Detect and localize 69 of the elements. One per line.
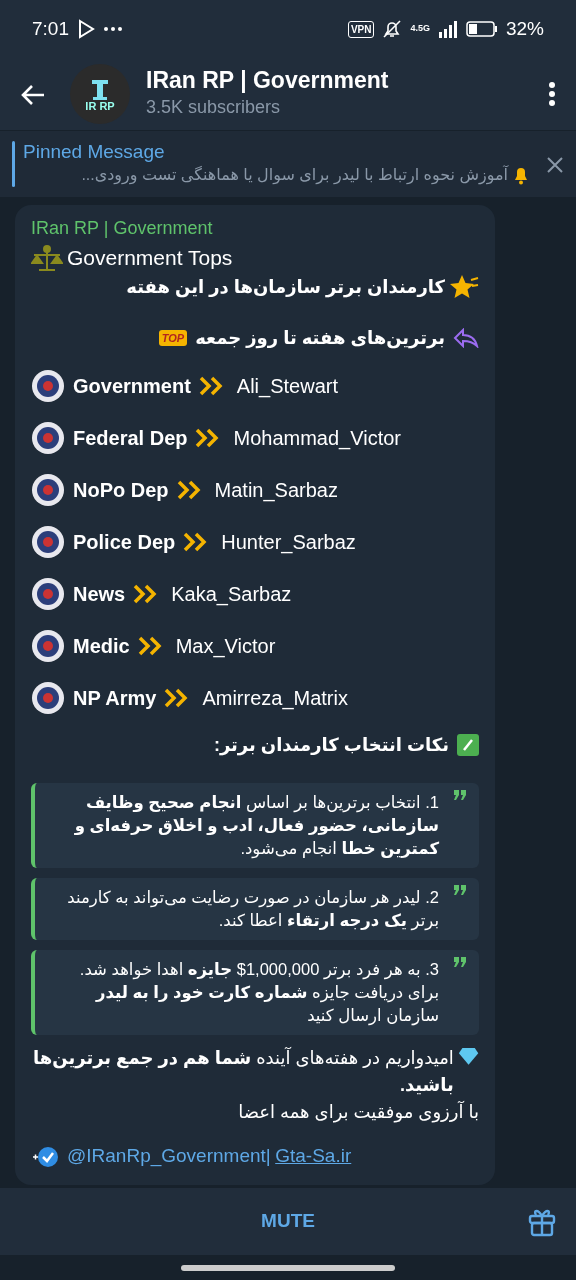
star-icon [449,274,479,300]
pinned-label: Pinned Message [23,140,166,164]
signal-icon [437,20,458,38]
double-chevron-icon [137,635,164,656]
pinned-text: آموزش نحوه ارتباط با لیدر برای سوال یا هماهنگی تست ورودی... [81,164,508,187]
play-store-icon [77,19,95,39]
seal-icon [31,368,65,403]
quote-text: 1. انتخاب برترین‌ها بر اساس انجام صحیح وظایف سازمانی، حضور فعال، ادب و اخلاق حرفه‌ای و کمترین خطا انجام می‌شود. [73,791,439,860]
status-time: 7:01 [32,16,69,41]
subheadline-text: برترین‌های هفته تا روز جمعه [195,326,445,351]
message-author: IRan RP | Government [31,217,214,240]
tips-title: نکات انتخاب کارمندان برتر: [213,733,449,758]
vpn-indicator: VPN [347,20,375,38]
menu-icon [548,81,556,107]
home-indicator[interactable] [181,1264,395,1271]
gift-button[interactable] [528,1207,556,1237]
seal-icon [31,472,65,507]
seal-icon [31,680,65,715]
double-chevron-icon [176,479,203,500]
organization-name: Federal Dep [73,425,188,451]
more-notifications-icon [103,26,123,32]
quote-text: 2. لیدر هر سازمان در صورت رضایت می‌تواند به کارمند برتر یک درجه ارتقاء اعطا کند. [66,886,439,932]
seal-icon [31,628,65,663]
channel-link[interactable]: @IRanRp_Government| [67,1142,271,1171]
channel-avatar[interactable]: IR RP [70,64,130,124]
quote-icon [453,883,467,896]
diamond-icon [457,1045,479,1068]
subscriber-count: 3.5K subscribers [146,96,282,120]
scales-icon [31,242,63,273]
reply-arrow-icon [453,328,479,348]
seal-icon [31,420,65,455]
organization-name: NP Army [73,685,157,711]
organization-name: Police Dep [73,529,176,555]
channel-title: IRan RP | Government [146,66,390,95]
network-type: 4.5G [410,22,430,36]
seal-icon [31,576,65,611]
employee-name: Mohammad_Victor [233,425,401,452]
gift-icon [528,1207,556,1237]
battery-percent: 32% [505,16,544,41]
quote-text: 3. به هر فرد برتر 1,000,000$ جایزه اهدا خواهد شد. برای دریافت جایزه شماره کارت خود را به لیدر سازمان ارسال کنید [78,958,439,1028]
bell-muted-icon [382,19,403,39]
back-button[interactable] [20,82,46,106]
closing-text: امیدواریم در هفته‌های آینده شما هم در جمع برترین‌ها باشید. [32,1046,454,1098]
headline-text: کارمندان برتر سازمان‌ها در این هفته [126,275,445,300]
top-badge: TOP [158,329,188,347]
employee-name: Hunter_Sarbaz [221,529,356,556]
employee-name: Kaka_Sarbaz [171,581,292,608]
mute-button[interactable]: MUTE [255,1206,321,1237]
organization-name: NoPo Dep [73,477,169,503]
close-icon [546,155,564,174]
organization-name: Medic [73,633,130,659]
back-arrow-icon [20,83,46,106]
organization-name: Government [73,373,191,399]
employee-name: Ali_Stewart [236,373,338,400]
seal-icon [31,524,65,559]
website-link[interactable]: Gta-Sa.ir [275,1142,352,1171]
quote-icon [453,955,467,968]
employee-name: Matin_Sarbaz [214,477,338,504]
avatar-label: IR RP [85,100,115,112]
organization-name: News [73,581,126,607]
battery-icon [465,21,498,37]
wish-text: با آرزوی موفقیت برای همه اعضا [237,1100,479,1125]
employee-name: Amirreza_Matrix [202,685,348,712]
bell-icon [512,165,530,186]
more-options-button[interactable] [548,81,556,107]
message-title: Government Tops [67,245,233,271]
quote-icon [453,788,467,801]
double-chevron-icon [198,375,225,396]
employee-name: Max_Victor [175,633,276,660]
